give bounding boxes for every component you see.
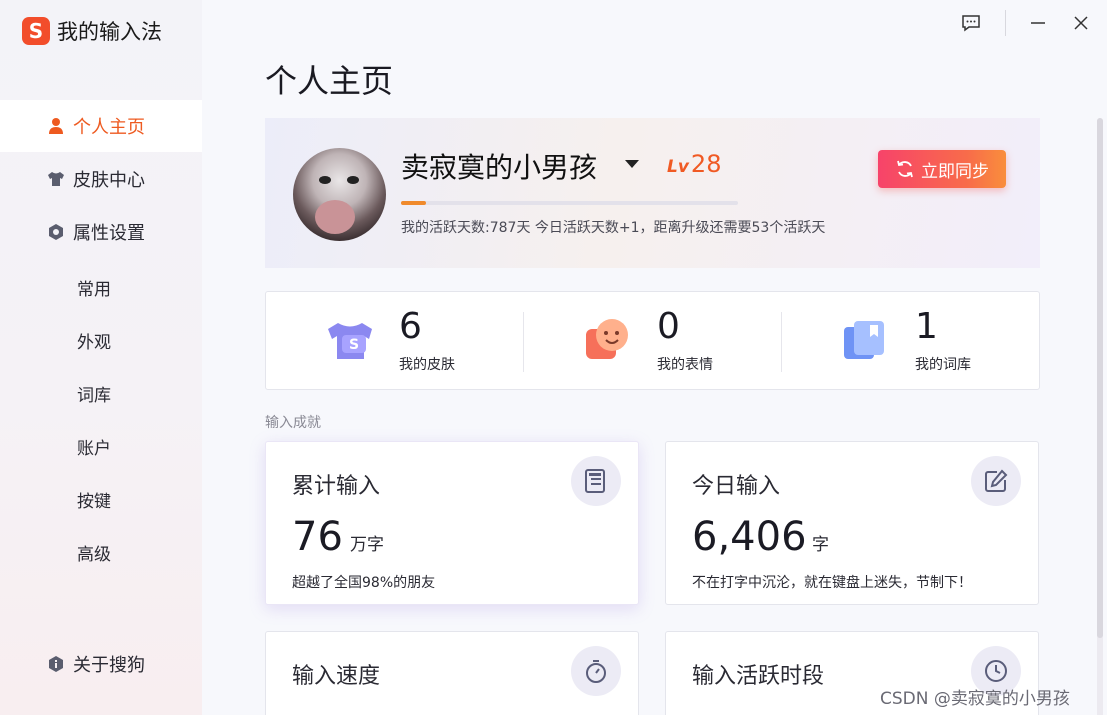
stat-label: 我的表情 <box>657 357 713 373</box>
stats-card: S 6 我的皮肤 0 我的表情 1 我的词库 <box>265 291 1040 390</box>
card-title: 输入活跃时段 <box>692 664 825 689</box>
avatar[interactable] <box>293 148 386 241</box>
sidebar-item-label: 皮肤中心 <box>73 170 145 191</box>
app-logo: S 我的输入法 <box>22 16 162 46</box>
sync-now-label: 立即同步 <box>921 161 989 182</box>
sidebar-item-settings[interactable]: 属性设置 <box>0 206 202 258</box>
app-title: 我的输入法 <box>57 20 162 44</box>
username[interactable]: 卖寂寞的小男孩 <box>401 146 597 186</box>
level-badge: Lv 28 <box>667 150 721 178</box>
sync-icon <box>895 159 915 179</box>
sidebar-item-skins[interactable]: 皮肤中心 <box>0 153 202 205</box>
sidebar-item-profile[interactable]: 个人主页 <box>0 100 202 152</box>
stat-value: 0 <box>657 306 680 347</box>
edit-pen-icon <box>971 456 1021 506</box>
stat-skins[interactable]: S 6 我的皮肤 <box>326 292 526 391</box>
close-icon[interactable] <box>1070 12 1092 34</box>
sidebar-subitem-advanced[interactable]: 高级 <box>77 540 111 565</box>
card-unit: 字 <box>812 535 829 555</box>
profile-card: 卖寂寞的小男孩 Lv 28 我的活跃天数:787天 今日活跃天数+1，距离升级还… <box>265 118 1040 268</box>
stat-dictionaries[interactable]: 1 我的词库 <box>842 292 1042 391</box>
card-title: 今日输入 <box>692 474 781 499</box>
sidebar-item-label: 关于搜狗 <box>73 655 145 676</box>
stat-label: 我的皮肤 <box>399 357 455 373</box>
stat-label: 我的词库 <box>915 357 971 373</box>
sidebar-item-label: 个人主页 <box>73 117 145 138</box>
document-list-icon <box>571 456 621 506</box>
stats-divider <box>781 312 782 372</box>
shirt-icon <box>47 170 65 188</box>
sidebar-subitem-account[interactable]: 账户 <box>77 434 111 459</box>
hexagon-gear-icon <box>47 223 65 241</box>
minimize-icon[interactable] <box>1027 12 1049 34</box>
sidebar: S 我的输入法 个人主页 皮肤中心 属性设置 常用 外观 词库 账户 按键 高级… <box>0 0 202 715</box>
card-title: 输入速度 <box>292 664 381 689</box>
watermark: CSDN @卖寂寞的小男孩 <box>880 689 1070 709</box>
skin-shirt-icon: S <box>326 317 372 363</box>
sync-now-button[interactable]: 立即同步 <box>878 150 1006 188</box>
card-unit: 万字 <box>350 535 384 555</box>
stats-divider <box>523 312 524 372</box>
svg-text:S: S <box>349 337 359 353</box>
card-description: 不在打字中沉沦，就在键盘上迷失，节制下！ <box>692 575 972 591</box>
scrollbar-thumb[interactable] <box>1097 118 1103 638</box>
sidebar-item-about[interactable]: 关于搜狗 <box>0 638 202 690</box>
card-total-input[interactable]: 累计输入 76 万字 超越了全国98%的朋友 <box>265 441 639 605</box>
toolbar-divider <box>1005 10 1006 36</box>
card-title: 累计输入 <box>292 474 381 499</box>
section-label-achievements: 输入成就 <box>265 415 321 431</box>
stat-value: 1 <box>915 306 938 347</box>
stat-emojis[interactable]: 0 我的表情 <box>584 292 784 391</box>
person-icon <box>47 117 65 135</box>
feedback-icon[interactable] <box>960 12 982 34</box>
level-number: 28 <box>690 150 722 178</box>
level-prefix: Lv <box>667 157 689 177</box>
sidebar-subitem-keys[interactable]: 按键 <box>77 487 111 512</box>
stat-value: 6 <box>399 306 422 347</box>
info-shield-icon <box>47 655 65 673</box>
active-days-text: 我的活跃天数:787天 今日活跃天数+1，距离升级还需要53个活跃天 <box>401 220 826 236</box>
stopwatch-icon <box>571 646 621 696</box>
sidebar-subitem-appearance[interactable]: 外观 <box>77 328 111 353</box>
page-title: 个人主页 <box>265 62 394 100</box>
card-input-speed[interactable]: 输入速度 <box>265 631 639 715</box>
sidebar-subitem-dictionary[interactable]: 词库 <box>77 381 111 406</box>
card-description: 超越了全国98%的朋友 <box>292 575 436 591</box>
sidebar-subitem-common[interactable]: 常用 <box>77 275 111 300</box>
level-progress-bar <box>401 201 738 205</box>
card-value: 6,406 <box>692 514 807 560</box>
chevron-down-icon[interactable] <box>625 160 639 168</box>
sogou-logo-icon: S <box>22 17 50 45</box>
card-today-input[interactable]: 今日输入 6,406 字 不在打字中沉沦，就在键盘上迷失，节制下！ <box>665 441 1039 605</box>
sidebar-item-label: 属性设置 <box>73 223 145 244</box>
emoji-face-icon <box>584 317 630 363</box>
level-progress-fill <box>401 201 427 205</box>
dictionary-book-icon <box>842 317 888 363</box>
card-value: 76 <box>292 514 343 560</box>
